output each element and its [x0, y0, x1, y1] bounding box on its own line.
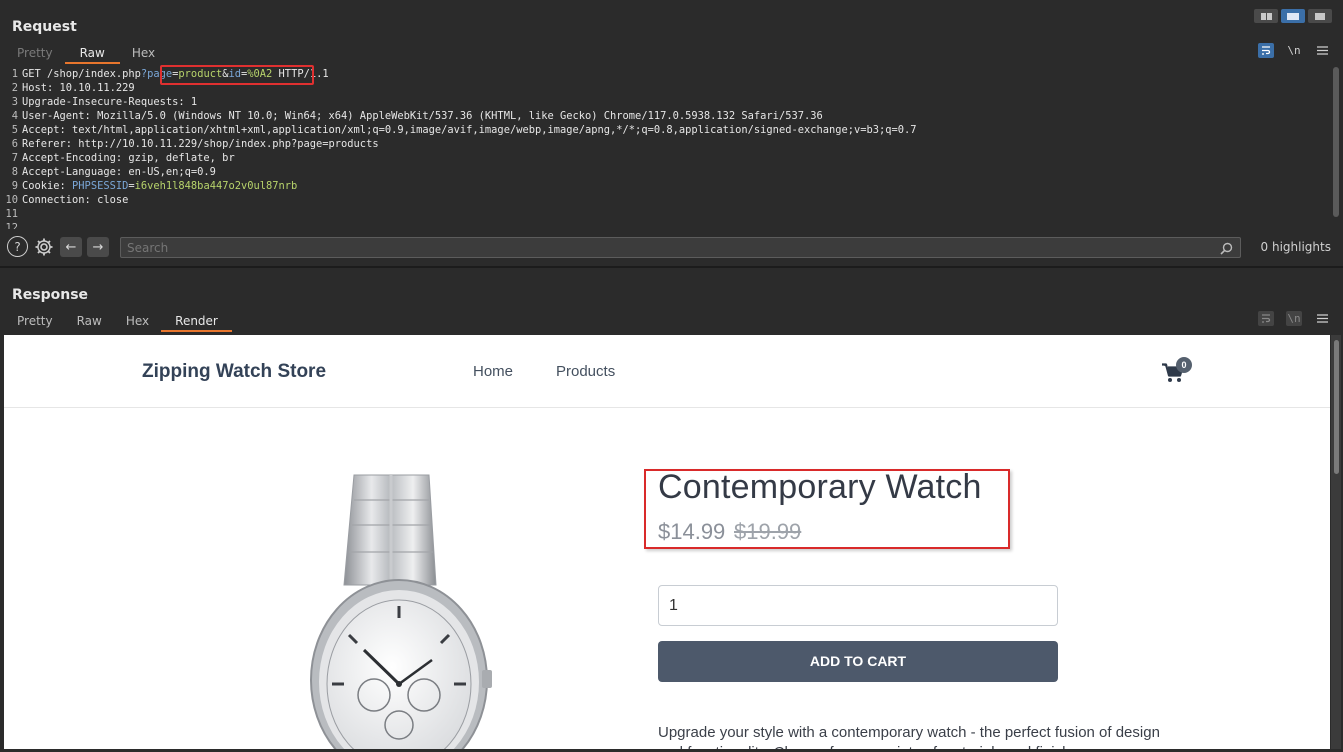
- line-content: Host: 10.10.11.229: [22, 81, 135, 95]
- response-tab-pretty[interactable]: Pretty: [5, 312, 65, 332]
- line-number: 7: [11, 152, 18, 164]
- quantity-input[interactable]: 1: [658, 585, 1058, 626]
- line-number: 9: [11, 180, 18, 192]
- show-newlines-button[interactable]: \n: [1286, 43, 1302, 58]
- render-scrollbar[interactable]: [1334, 340, 1339, 474]
- site-brand[interactable]: Zipping Watch Store: [142, 361, 326, 383]
- line-content: Connection: close: [22, 193, 128, 207]
- request-line[interactable]: 6 Referer: http://10.10.11.229/shop/index…: [4, 137, 1332, 151]
- settings-gear-icon[interactable]: [33, 236, 54, 257]
- line-number: 8: [11, 166, 18, 178]
- response-menu-icon[interactable]: [1314, 311, 1330, 326]
- code-token: Connection: close: [22, 194, 129, 206]
- request-line[interactable]: 8 Accept-Language: en-US,en;q=0.9: [4, 165, 1332, 179]
- line-number: 12: [5, 222, 18, 229]
- layout-toggles: [1254, 9, 1332, 23]
- request-line[interactable]: 11: [4, 207, 1332, 221]
- request-tab-hex[interactable]: Hex: [120, 44, 167, 64]
- response-editor-tools: \n: [1258, 311, 1330, 326]
- request-line[interactable]: 5 Accept: text/html,application/xhtml+xml…: [4, 123, 1332, 137]
- product-description: Upgrade your style with a contemporary w…: [658, 724, 1160, 749]
- line-number: 5: [11, 124, 18, 136]
- search-icon[interactable]: [1220, 240, 1233, 259]
- line-content: Upgrade-Insecure-Requests: 1: [22, 95, 197, 109]
- response-tabs: Pretty Raw Hex Render: [5, 312, 232, 332]
- product-watch-image: [304, 470, 494, 749]
- line-number: 2: [11, 82, 18, 94]
- add-to-cart-button[interactable]: ADD TO CART: [658, 641, 1058, 682]
- request-editor-tools: \n: [1258, 43, 1330, 58]
- code-token: i6veh1l848ba447o2v0ul87nrb: [134, 180, 298, 192]
- line-number: 10: [5, 194, 18, 206]
- request-line[interactable]: 7 Accept-Encoding: gzip, deflate, br: [4, 151, 1332, 165]
- code-token: Host: 10.10.11.229: [22, 82, 135, 94]
- code-token: Accept-Encoding: gzip, deflate, br: [22, 152, 235, 164]
- code-token: GET /shop/index.php: [22, 68, 141, 80]
- search-input[interactable]: [120, 237, 1241, 258]
- line-number: 1: [11, 68, 18, 80]
- request-scrollbar[interactable]: [1333, 67, 1339, 217]
- request-title: Request: [12, 19, 77, 35]
- line-content: Accept-Encoding: gzip, deflate, br: [22, 151, 235, 165]
- line-number: 3: [11, 96, 18, 108]
- request-tab-pretty[interactable]: Pretty: [5, 44, 65, 64]
- code-token: Accept: text/html,application/xhtml+xml,…: [22, 124, 917, 136]
- line-number: 4: [11, 110, 18, 122]
- request-line[interactable]: 4 User-Agent: Mozilla/5.0 (Windows NT 10.…: [4, 109, 1332, 123]
- highlights-count: 0 highlights: [1260, 240, 1331, 254]
- layout-tabs-button[interactable]: [1308, 9, 1332, 23]
- layout-side-by-side-button[interactable]: [1254, 9, 1278, 23]
- request-tabs: Pretty Raw Hex: [5, 44, 167, 64]
- product-highlight-box: [644, 469, 1010, 549]
- code-token: User-Agent: Mozilla/5.0 (Windows NT 10.0…: [22, 110, 823, 122]
- wrap-lines-disabled-icon: [1258, 311, 1274, 326]
- line-content: User-Agent: Mozilla/5.0 (Windows NT 10.0…: [22, 109, 823, 123]
- line-number: 6: [11, 138, 18, 150]
- code-token: Cookie:: [22, 180, 73, 192]
- request-tab-raw[interactable]: Raw: [64, 44, 120, 64]
- request-line[interactable]: 9 Cookie: PHPSESSID=i6veh1l848ba447o2v0ul…: [4, 179, 1332, 193]
- nav-home-link[interactable]: Home: [473, 363, 513, 380]
- nav-products-link[interactable]: Products: [556, 363, 615, 380]
- help-icon[interactable]: ?: [7, 236, 28, 257]
- response-tab-hex[interactable]: Hex: [114, 312, 161, 332]
- site-header: Zipping Watch Store Home Products 0: [4, 335, 1330, 408]
- line-content: Cookie: PHPSESSID=i6veh1l848ba447o2v0ul8…: [22, 179, 297, 193]
- code-token: Upgrade-Insecure-Requests: 1: [22, 96, 198, 108]
- next-arrow-icon[interactable]: →: [87, 237, 109, 257]
- request-line[interactable]: 3 Upgrade-Insecure-Requests: 1: [4, 95, 1332, 109]
- code-token: Accept-Language: en-US,en;q=0.9: [22, 166, 216, 178]
- rendered-page: Zipping Watch Store Home Products 0 Cont…: [4, 335, 1330, 749]
- response-title: Response: [12, 287, 89, 303]
- code-token: PHPSESSID: [72, 180, 129, 192]
- line-content: Accept-Language: en-US,en;q=0.9: [22, 165, 216, 179]
- line-content: Accept: text/html,application/xhtml+xml,…: [22, 123, 917, 137]
- code-token: Referer: http://10.10.11.229/shop/index.…: [22, 138, 379, 150]
- show-newlines-disabled-button: \n: [1286, 311, 1302, 326]
- request-line[interactable]: 10 Connection: close: [4, 193, 1332, 207]
- cart-count-badge: 0: [1176, 357, 1192, 373]
- response-tab-raw[interactable]: Raw: [65, 312, 114, 332]
- request-line[interactable]: 12: [4, 221, 1332, 229]
- menu-icon[interactable]: [1314, 43, 1330, 58]
- request-editor[interactable]: 1 GET /shop/index.php?page=product&id=%0A…: [4, 67, 1332, 229]
- line-content: Referer: http://10.10.11.229/shop/index.…: [22, 137, 379, 151]
- wrap-lines-icon[interactable]: [1258, 43, 1274, 58]
- response-tab-render[interactable]: Render: [161, 312, 232, 332]
- previous-arrow-icon[interactable]: ←: [60, 237, 82, 257]
- line-number: 11: [5, 208, 18, 220]
- pane-divider[interactable]: [0, 266, 1343, 268]
- injection-highlight-box: [160, 65, 314, 85]
- layout-stacked-button[interactable]: [1281, 9, 1305, 23]
